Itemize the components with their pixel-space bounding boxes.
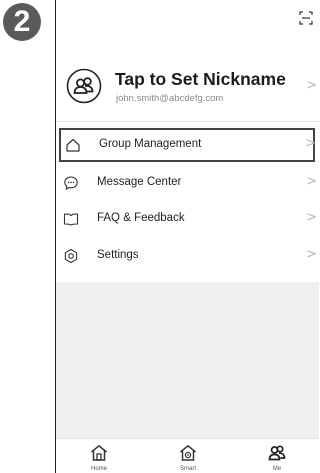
menu-item-label: Group Management — [99, 138, 202, 150]
menu-item-settings[interactable]: Settings > — [56, 239, 319, 273]
empty-content-area — [56, 282, 319, 438]
tab-label: Me — [272, 466, 282, 472]
chevron-right-icon: > — [306, 78, 317, 93]
tab-label: Smart — [179, 466, 196, 472]
tab-label: Home — [90, 466, 107, 472]
nickname-label: Tap to Set Nickname — [115, 69, 286, 89]
users-icon — [268, 445, 286, 461]
chevron-right-icon: > — [306, 174, 317, 189]
home-icon — [91, 445, 107, 461]
home-outline-icon — [66, 138, 80, 152]
profile-header[interactable]: Tap to Set Nickname john.smith@abcdefg.c… — [56, 58, 319, 114]
menu-item-message-center[interactable]: Message Center > — [56, 166, 319, 200]
chevron-right-icon: > — [305, 136, 316, 151]
section-divider — [56, 121, 319, 122]
book-icon — [63, 213, 79, 226]
chevron-right-icon: > — [306, 210, 317, 225]
tab-me[interactable]: Me — [252, 439, 302, 473]
menu-item-label: Message Center — [97, 176, 182, 188]
menu-item-group-management[interactable]: Group Management > — [59, 128, 316, 162]
scan-icon[interactable] — [298, 10, 314, 26]
step-number-badge: 2 — [3, 3, 41, 41]
avatar-icon — [66, 68, 102, 104]
bottom-tab-bar: Home Smart Me — [56, 438, 319, 473]
smart-house-icon — [180, 445, 196, 461]
account-email: john.smith@abcdefg.com — [116, 93, 224, 104]
settings-gear-icon — [64, 248, 78, 264]
chevron-right-icon: > — [306, 247, 317, 262]
chat-bubble-icon — [64, 176, 78, 191]
tab-home[interactable]: Home — [74, 439, 124, 473]
menu-item-faq-feedback[interactable]: FAQ & Feedback > — [56, 202, 319, 236]
phone-screen: Tap to Set Nickname john.smith@abcdefg.c… — [55, 0, 319, 473]
menu-item-label: FAQ & Feedback — [97, 212, 185, 224]
tab-smart[interactable]: Smart — [163, 439, 213, 473]
manual-illustration: 2 Tap to Set Nickname john.smith@abcdefg… — [0, 0, 319, 473]
menu-item-label: Settings — [97, 249, 139, 261]
